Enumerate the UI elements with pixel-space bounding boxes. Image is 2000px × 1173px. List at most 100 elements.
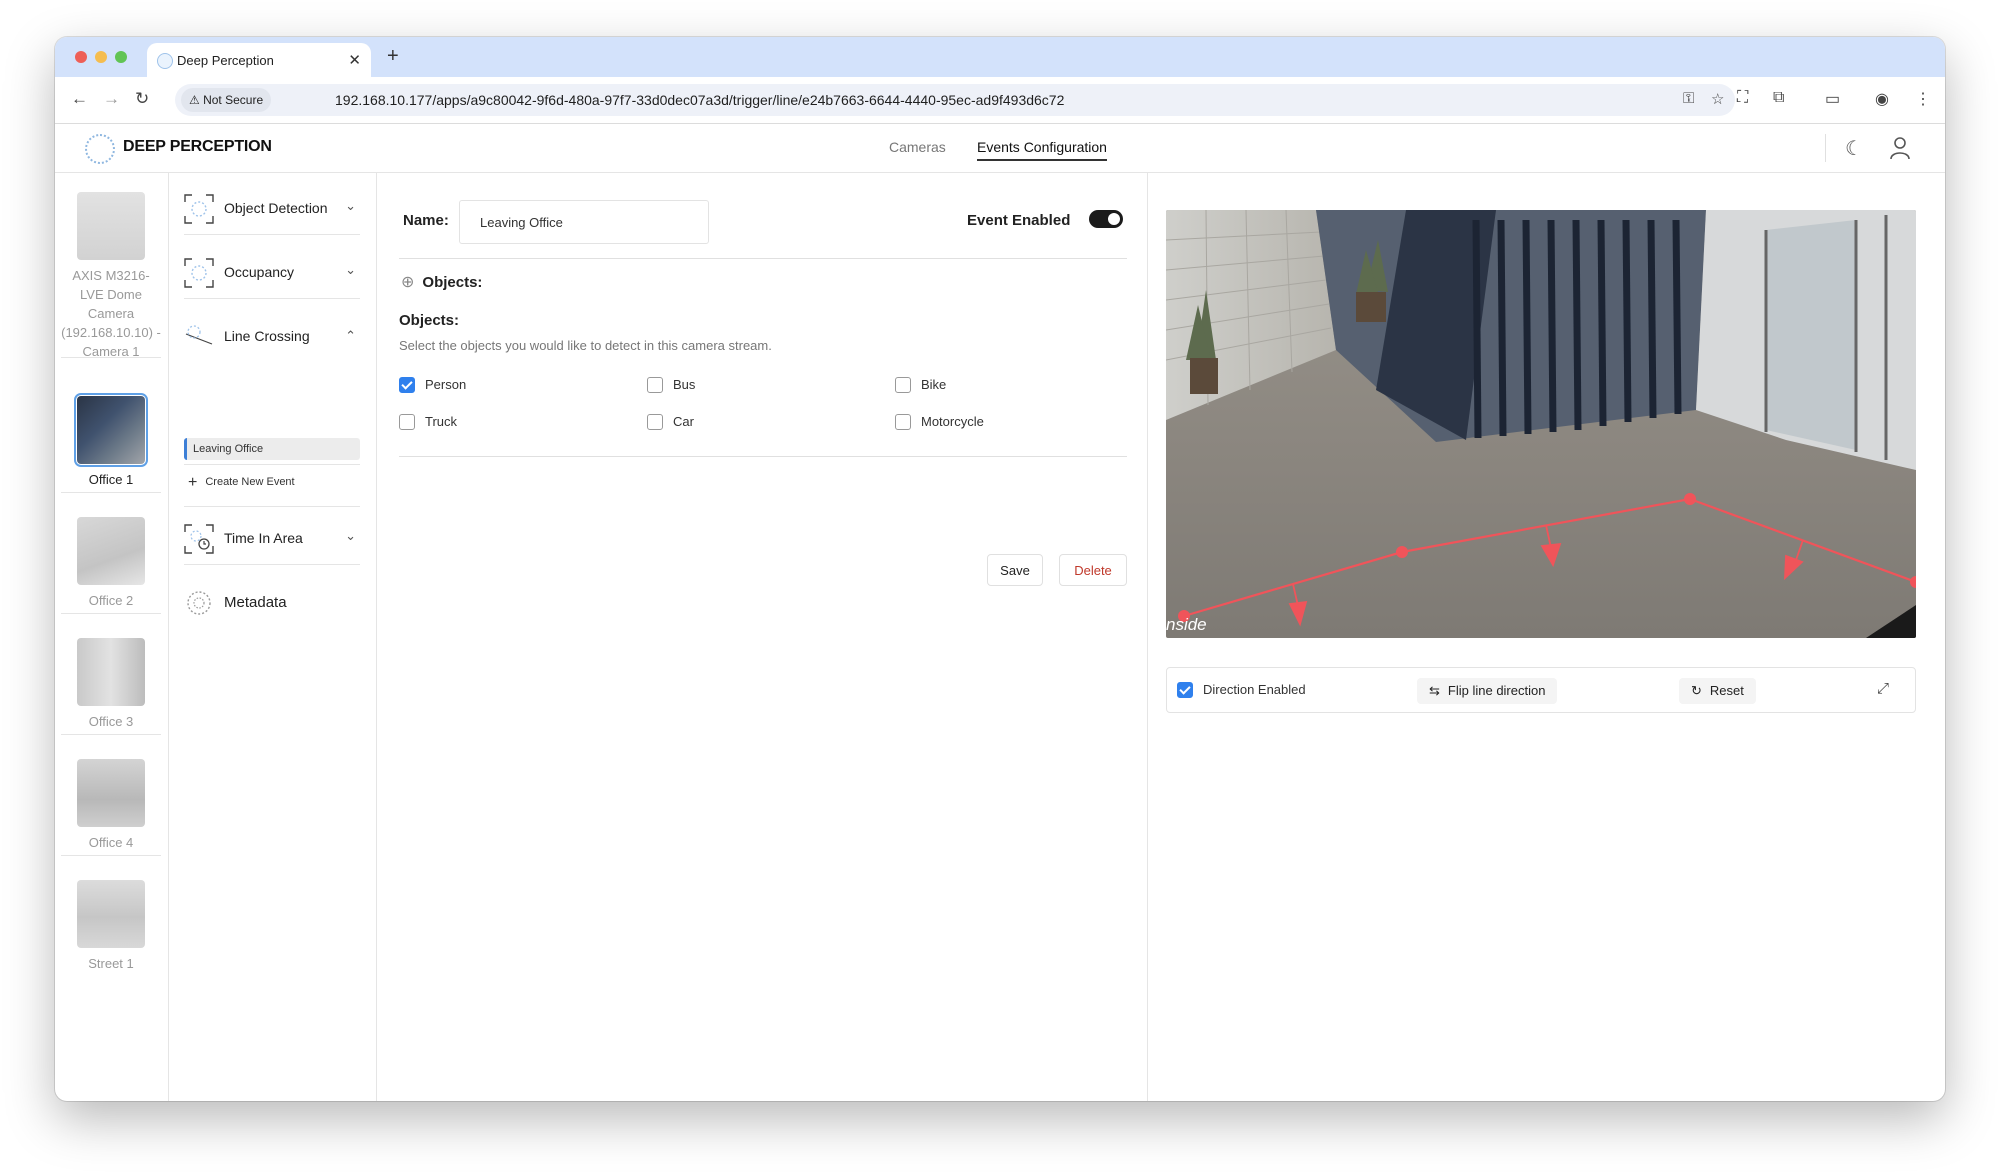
chevron-up-icon[interactable]: ⌃	[345, 328, 356, 344]
password-key-icon[interactable]: ⚿	[1683, 90, 1694, 107]
checkbox-checked[interactable]	[1177, 682, 1193, 698]
flip-line-direction-button[interactable]: ⇆ Flip line direction	[1417, 678, 1558, 704]
camera-label: Office 2	[88, 593, 134, 608]
checkbox[interactable]	[895, 377, 911, 393]
event-enabled-label: Event Enabled	[967, 212, 1071, 229]
camera-label: Office 1	[88, 472, 134, 487]
fullscreen-icon[interactable]: ⤢	[1877, 680, 1889, 697]
direction-enabled-checkbox[interactable]: Direction Enabled	[1177, 682, 1306, 698]
event-name-input[interactable]	[459, 200, 709, 244]
checkbox[interactable]	[895, 414, 911, 430]
chevron-down-icon[interactable]: ⌄	[345, 528, 356, 544]
object-label: Person	[425, 377, 467, 392]
delete-button[interactable]: Delete	[1059, 554, 1127, 586]
reload-icon[interactable]: ↻	[135, 89, 149, 109]
profile-icon[interactable]: ◉	[1875, 89, 1889, 109]
object-label: Car	[673, 414, 694, 429]
user-account-icon[interactable]	[1889, 136, 1911, 160]
bookmark-star-icon[interactable]: ☆	[1711, 90, 1724, 108]
camera-item-office-3[interactable]: Office 3	[61, 638, 161, 735]
close-tab-icon[interactable]: ✕	[348, 51, 361, 69]
security-indicator[interactable]: ⚠ Not Secure	[181, 88, 272, 112]
line-crossing-icon	[185, 325, 213, 345]
forward-icon[interactable]: →	[103, 89, 120, 109]
camera-item-office-2[interactable]: Office 2	[61, 517, 161, 614]
browser-window: Deep Perception ✕ + ← → ↻ ⚠ Not Secure 1…	[55, 37, 1945, 1101]
swap-arrows-icon: ⇆	[1429, 683, 1440, 698]
event-type-object-detection[interactable]: Object Detection ⌄	[184, 182, 360, 235]
browser-menu-icon[interactable]: ⋮	[1915, 89, 1931, 109]
object-checkbox-bus[interactable]: Bus	[647, 377, 695, 393]
checkbox-checked[interactable]	[399, 377, 415, 393]
nav-cameras[interactable]: Cameras	[889, 139, 946, 155]
address-row: ← → ↻ ⚠ Not Secure 192.168.10.177/apps/a…	[55, 77, 1945, 124]
screenshot-icon[interactable]: ⛶	[1737, 89, 1748, 107]
close-window-button[interactable]	[75, 51, 87, 63]
add-objects-button[interactable]: ⊕ Objects:	[401, 272, 482, 292]
app-root: DEEP PERCEPTION Cameras Events Configura…	[55, 124, 1945, 1101]
browser-tab[interactable]: Deep Perception ✕	[147, 43, 371, 77]
event-type-metadata[interactable]: Metadata	[184, 576, 360, 628]
direction-enabled-label: Direction Enabled	[1203, 682, 1306, 697]
event-type-label: Object Detection	[224, 200, 328, 216]
minimize-window-button[interactable]	[95, 51, 107, 63]
checkbox[interactable]	[399, 414, 415, 430]
object-detection-icon	[184, 194, 214, 224]
nav-events-configuration[interactable]: Events Configuration	[977, 139, 1107, 161]
checkbox[interactable]	[647, 377, 663, 393]
brand-name: DEEP PERCEPTION	[123, 138, 272, 155]
camera-item-office-4[interactable]: Office 4	[61, 759, 161, 856]
event-type-line-crossing[interactable]: Line Crossing ⌃	[184, 310, 360, 362]
reset-button[interactable]: ↻ Reset	[1679, 678, 1756, 704]
camera-item-axis[interactable]: AXIS M3216-LVE Dome Camera (192.168.10.1…	[61, 192, 161, 359]
line-crossing-event-leaving-office[interactable]: Leaving Office	[184, 438, 360, 460]
address-bar[interactable]: ⚠ Not Secure 192.168.10.177/apps/a9c8004…	[175, 84, 1735, 116]
camera-item-office-1[interactable]: Office 1	[61, 393, 161, 493]
dark-mode-moon-icon[interactable]: ☾	[1845, 136, 1863, 161]
checkbox[interactable]	[647, 414, 663, 430]
occupancy-icon	[184, 258, 214, 288]
create-new-event-label: Create New Event	[205, 476, 295, 488]
object-checkbox-car[interactable]: Car	[647, 414, 694, 430]
tab-bar: Deep Perception ✕ +	[55, 37, 1945, 77]
camera-thumbnail	[77, 638, 145, 706]
flip-label: Flip line direction	[1447, 683, 1546, 698]
camera-frame: nside	[1166, 210, 1916, 638]
event-type-time-in-area[interactable]: Time In Area ⌄	[184, 512, 360, 565]
object-checkbox-motorcycle[interactable]: Motorcycle	[895, 414, 984, 430]
maximize-window-button[interactable]	[115, 51, 127, 63]
reset-icon: ↻	[1691, 683, 1702, 698]
object-checkbox-bike[interactable]: Bike	[895, 377, 946, 393]
app-header: DEEP PERCEPTION Cameras Events Configura…	[55, 124, 1945, 173]
event-type-label: Metadata	[224, 594, 287, 611]
object-checkbox-person[interactable]: Person	[399, 377, 466, 393]
camera-thumbnail	[77, 517, 145, 585]
objects-title: Objects:	[399, 312, 460, 329]
divider	[184, 464, 360, 465]
event-type-list: Object Detection ⌄ Occupancy ⌄ Line Cros…	[168, 172, 377, 1101]
cast-icon[interactable]: ▭	[1825, 89, 1840, 109]
back-icon[interactable]: ←	[71, 89, 88, 109]
camera-thumbnail	[77, 880, 145, 948]
url-text[interactable]: 192.168.10.177/apps/a9c80042-9f6d-480a-9…	[335, 92, 1064, 108]
camera-thumbnail	[74, 393, 148, 467]
camera-preview[interactable]: nside	[1166, 210, 1916, 638]
object-checkbox-truck[interactable]: Truck	[399, 414, 457, 430]
event-enabled-toggle[interactable]	[1089, 210, 1123, 228]
chevron-down-icon[interactable]: ⌄	[345, 262, 356, 278]
new-tab-icon[interactable]: +	[387, 45, 399, 68]
extensions-icon[interactable]: ⧉	[1773, 89, 1784, 107]
camera-thumbnail	[77, 192, 145, 260]
chevron-down-icon[interactable]: ⌄	[345, 198, 356, 214]
event-type-label: Occupancy	[224, 264, 295, 280]
camera-item-street-1[interactable]: Street 1	[61, 880, 161, 976]
event-type-occupancy[interactable]: Occupancy ⌄	[184, 246, 360, 299]
save-button[interactable]: Save	[987, 554, 1043, 586]
zone-overlay-text: nside	[1166, 615, 1207, 634]
divider	[184, 506, 360, 507]
divider	[399, 456, 1127, 457]
object-label: Bike	[921, 377, 947, 392]
line-controls: Direction Enabled ⇆ Flip line direction ↻…	[1166, 667, 1916, 713]
time-in-area-icon	[184, 524, 214, 554]
create-new-event-button[interactable]: + Create New Event	[188, 474, 295, 492]
